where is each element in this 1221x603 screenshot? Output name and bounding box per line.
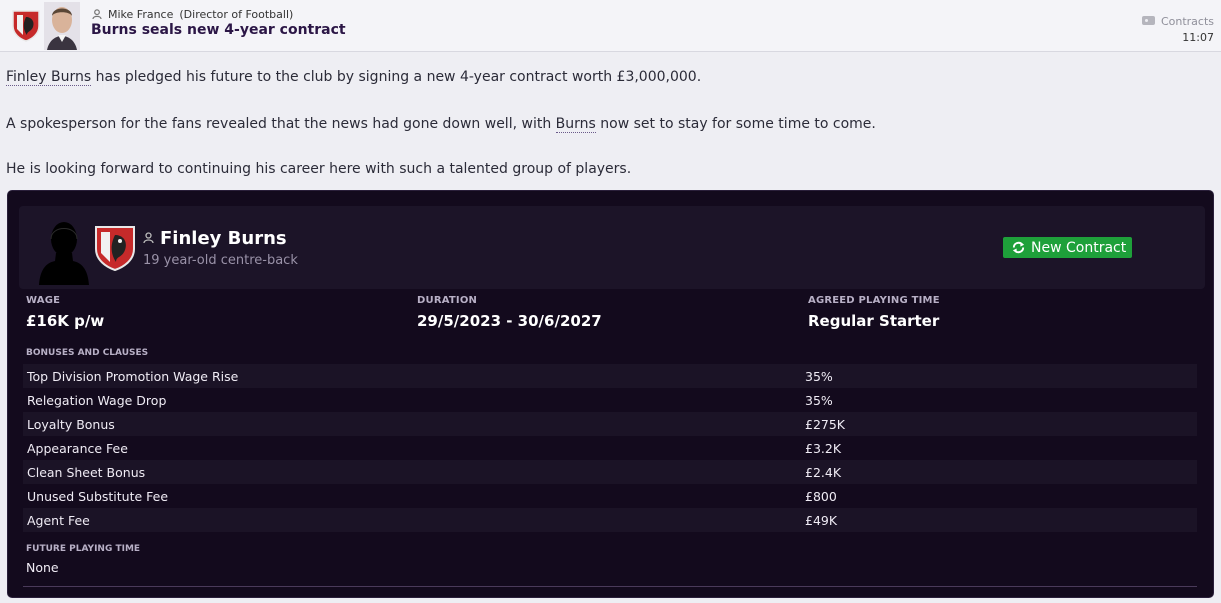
- bonus-value: £49K: [805, 512, 838, 528]
- person-icon: [143, 232, 154, 243]
- club-crest-icon[interactable]: [94, 225, 136, 272]
- player-name-text: Finley Burns: [160, 228, 287, 249]
- club-crest-icon[interactable]: [11, 9, 41, 42]
- bonus-value: £275K: [805, 416, 846, 432]
- message-paragraph: He is looking forward to continuing his …: [6, 161, 632, 177]
- message-paragraph: Finley Burns has pledged his future to t…: [6, 69, 702, 86]
- paragraph-text: A spokesperson for the fans revealed tha…: [6, 116, 556, 132]
- sender-line: Mike France (Director of Football): [92, 8, 293, 21]
- duration-value: 29/5/2023 - 30/6/2027: [417, 312, 602, 330]
- bonus-row: Loyalty Bonus £275K: [23, 412, 1197, 436]
- bonus-value: 35%: [805, 392, 833, 408]
- sender-role: (Director of Football): [179, 8, 294, 21]
- wage-value: £16K p/w: [26, 312, 105, 330]
- player-name[interactable]: Finley Burns: [143, 228, 287, 249]
- bonus-name: Agent Fee: [27, 512, 90, 528]
- message-paragraph: A spokesperson for the fans revealed tha…: [6, 116, 876, 133]
- player-description: 19 year-old centre-back: [143, 253, 298, 268]
- bonus-value: £800: [805, 488, 837, 504]
- person-icon: [92, 9, 102, 19]
- player-link[interactable]: Finley Burns: [6, 69, 92, 86]
- duration-label: DURATION: [417, 295, 478, 306]
- bonus-name: Relegation Wage Drop: [27, 392, 167, 408]
- divider: [23, 586, 1197, 587]
- bonus-name: Unused Substitute Fee: [27, 488, 169, 504]
- wage-label: WAGE: [26, 295, 61, 306]
- category-label: Contracts: [1160, 15, 1214, 28]
- message-category[interactable]: Contracts: [1141, 15, 1214, 28]
- bonus-row: Appearance Fee £3.2K: [23, 436, 1197, 460]
- tag-icon: [1141, 16, 1155, 25]
- player-link[interactable]: Burns: [555, 116, 596, 133]
- bonuses-table: Top Division Promotion Wage Rise 35% Rele…: [23, 364, 1197, 532]
- message-time: 11:07: [1182, 31, 1214, 44]
- bonus-name: Clean Sheet Bonus: [27, 464, 146, 480]
- badge-label: New Contract: [1031, 239, 1127, 256]
- sender-name[interactable]: Mike France: [108, 8, 173, 21]
- message-subject: Burns seals new 4-year contract: [91, 22, 346, 38]
- bonus-value: £3.2K: [805, 440, 842, 456]
- bonus-row: Clean Sheet Bonus £2.4K: [23, 460, 1197, 484]
- player-summary: Finley Burns 19 year-old centre-back New…: [19, 206, 1205, 289]
- message-header: Mike France (Director of Football) Burns …: [0, 0, 1221, 52]
- bonus-name: Loyalty Bonus: [27, 416, 115, 432]
- refresh-icon: [1012, 241, 1025, 254]
- player-silhouette-icon[interactable]: [39, 219, 89, 285]
- bonus-value: £2.4K: [805, 464, 842, 480]
- bonus-row: Unused Substitute Fee £800: [23, 484, 1197, 508]
- future-playing-time-label: FUTURE PLAYING TIME: [26, 544, 141, 554]
- future-playing-time-value: None: [26, 560, 59, 575]
- contract-card: Finley Burns 19 year-old centre-back New…: [7, 190, 1214, 598]
- paragraph-text: has pledged his future to the club by si…: [91, 69, 702, 85]
- inbox-message: Mike France (Director of Football) Burns …: [0, 0, 1221, 603]
- bonus-name: Top Division Promotion Wage Rise: [27, 368, 239, 384]
- bonus-name: Appearance Fee: [27, 440, 128, 456]
- paragraph-text: now set to stay for some time to come.: [595, 116, 876, 132]
- bonuses-label: BONUSES AND CLAUSES: [26, 348, 149, 358]
- bonus-row: Relegation Wage Drop 35%: [23, 388, 1197, 412]
- playing-time-value: Regular Starter: [808, 312, 940, 330]
- sender-portrait[interactable]: [44, 2, 80, 50]
- bonus-value: 35%: [805, 368, 833, 384]
- playing-time-label: AGREED PLAYING TIME: [808, 295, 940, 306]
- new-contract-badge: New Contract: [1003, 237, 1132, 258]
- bonus-row: Agent Fee £49K: [23, 508, 1197, 532]
- bonus-row: Top Division Promotion Wage Rise 35%: [23, 364, 1197, 388]
